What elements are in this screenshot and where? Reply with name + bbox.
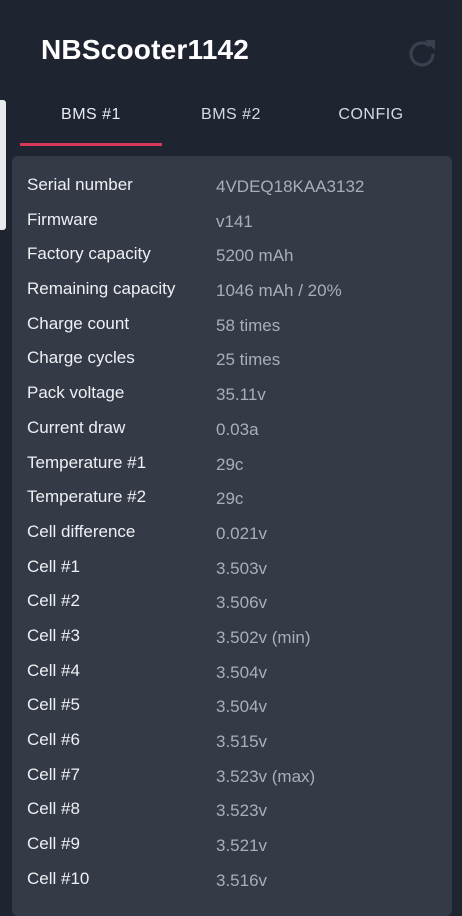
row-label: Remaining capacity [27, 279, 176, 299]
row-label: Temperature #1 [27, 452, 147, 472]
row-label: Cell #1 [27, 556, 80, 576]
row-value: v141 [216, 211, 253, 231]
row-value: 1046 mAh / 20% [216, 281, 342, 301]
app-header: NBScooter1142 [0, 0, 462, 92]
row-value: 3.515v [216, 732, 268, 751]
row-value: 3.502v (min) [216, 627, 311, 647]
row-label: Cell difference [27, 521, 136, 541]
row-label: Pack voltage [27, 383, 125, 403]
app-title: NBScooter1142 [41, 34, 250, 65]
info-row-cell-8: Cell #8 3.523v [12, 794, 452, 829]
info-row-remaining-capacity: Remaining capacity 1046 mAh / 20% [12, 274, 452, 309]
row-label: Cell #3 [27, 625, 80, 645]
row-label: Current draw [27, 417, 126, 437]
active-tab-indicator [20, 143, 162, 146]
info-row-serial-number: Serial number 4VDEQ18KAA3132 [12, 170, 452, 205]
row-label: Cell #4 [27, 660, 80, 680]
row-label: Cell #7 [27, 764, 80, 784]
tab-bms-2[interactable]: BMS #2 [160, 92, 302, 146]
row-value: 3.521v [216, 836, 268, 856]
row-value: 29c [216, 489, 244, 509]
row-label: Cell #2 [27, 591, 80, 611]
row-value: 5200 mAh [216, 246, 294, 266]
row-value: 3.523v (max) [216, 766, 316, 786]
row-label: Cell #5 [27, 695, 80, 715]
info-row-cell-3: Cell #3 3.502v (min) [12, 621, 452, 656]
scroll-indicator[interactable] [0, 100, 6, 230]
tab-config[interactable]: CONFIG [300, 92, 442, 146]
tab-bar: BMS #1 BMS #2 CONFIG [0, 92, 462, 146]
bms-info-list: Serial number 4VDEQ18KAA3132 Firmware v1… [12, 170, 452, 898]
row-label: Serial number [27, 175, 133, 194]
info-row-cell-6: Cell #6 3.515v [12, 725, 452, 760]
info-row-cell-7: Cell #7 3.523v (max) [12, 760, 452, 795]
row-label: Firmware [27, 209, 98, 229]
row-value: 35.11v [216, 385, 266, 405]
info-row-cell-4: Cell #4 3.504v [12, 656, 452, 691]
refresh-icon [409, 40, 435, 67]
row-value: 0.03a [216, 419, 259, 439]
info-row-temperature-1: Temperature #1 29c [12, 448, 452, 483]
bms-info-card: Serial number 4VDEQ18KAA3132 Firmware v1… [12, 156, 452, 916]
info-row-cell-10: Cell #10 3.516v [12, 864, 452, 899]
row-label: Cell #10 [27, 868, 90, 888]
refresh-button[interactable] [400, 32, 444, 76]
info-row-current-draw: Current draw 0.03a [12, 413, 452, 448]
row-value: 0.021v [216, 523, 268, 543]
info-row-cell-2: Cell #2 3.506v [12, 586, 452, 621]
tab-bms-1[interactable]: BMS #1 [20, 92, 162, 146]
row-label: Cell #6 [27, 730, 80, 749]
row-value: 3.506v [216, 593, 268, 613]
info-row-pack-voltage: Pack voltage 35.11v [12, 378, 452, 413]
row-label: Cell #9 [27, 834, 80, 854]
row-label: Cell #8 [27, 799, 80, 819]
row-value: 4VDEQ18KAA3132 [216, 177, 365, 196]
info-row-firmware: Firmware v141 [12, 205, 452, 240]
row-value: 25 times [216, 350, 281, 370]
info-row-charge-cycles: Charge cycles 25 times [12, 343, 452, 378]
row-label: Charge count [27, 313, 130, 333]
row-label: Factory capacity [27, 244, 151, 264]
row-value: 3.504v [216, 662, 268, 682]
row-value: 3.523v [216, 801, 268, 821]
info-row-cell-5: Cell #5 3.504v [12, 690, 452, 725]
row-label: Temperature #2 [27, 487, 147, 507]
row-value: 3.516v [216, 870, 268, 890]
info-row-charge-count: Charge count 58 times [12, 309, 452, 344]
info-row-cell-9: Cell #9 3.521v [12, 829, 452, 864]
row-value: 29c [216, 454, 244, 474]
info-row-temperature-2: Temperature #2 29c [12, 482, 452, 517]
info-row-cell-difference: Cell difference 0.021v [12, 517, 452, 552]
info-row-cell-1: Cell #1 3.503v [12, 552, 452, 587]
row-value: 3.504v [216, 697, 268, 717]
row-label: Charge cycles [27, 348, 135, 368]
row-value: 58 times [216, 315, 281, 335]
info-row-factory-capacity: Factory capacity 5200 mAh [12, 239, 452, 274]
row-value: 3.503v [216, 558, 268, 578]
